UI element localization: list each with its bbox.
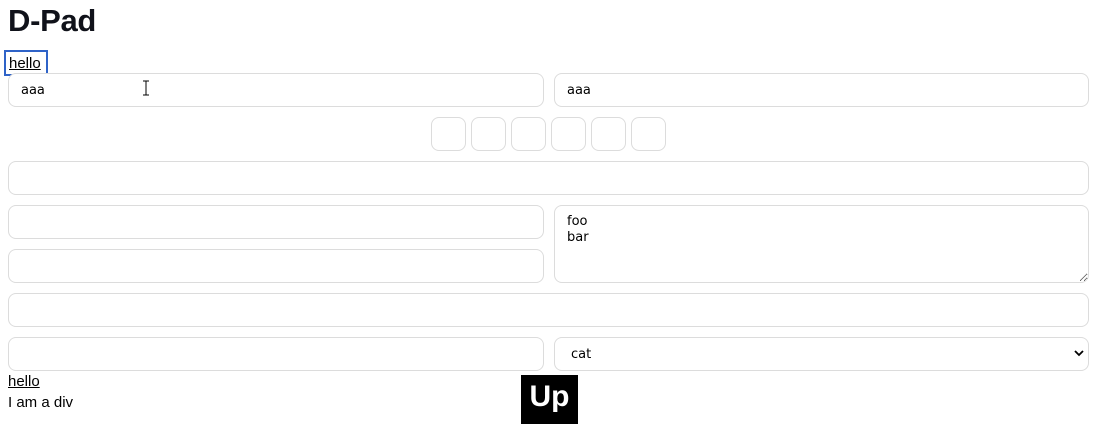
- otp-cell-2[interactable]: [471, 117, 506, 151]
- animal-select[interactable]: cat: [554, 337, 1089, 371]
- otp-cell-4[interactable]: [551, 117, 586, 151]
- text-input-wide-2[interactable]: [8, 293, 1089, 327]
- otp-input-group: [431, 117, 667, 151]
- text-input-row1-right[interactable]: [554, 73, 1089, 107]
- otp-cell-3[interactable]: [511, 117, 546, 151]
- select-value: cat: [571, 347, 592, 362]
- otp-cell-1[interactable]: [431, 117, 466, 151]
- text-input-row1-left[interactable]: [8, 73, 544, 107]
- text-input-wide-1[interactable]: [8, 161, 1089, 195]
- text-input-row3-left-bottom[interactable]: [8, 249, 544, 283]
- hello-link-top[interactable]: hello: [9, 55, 41, 73]
- chevron-down-icon: [1074, 350, 1084, 357]
- otp-cell-6[interactable]: [631, 117, 666, 151]
- up-button[interactable]: Up: [521, 375, 578, 424]
- div-text: I am a div: [8, 394, 74, 411]
- text-input-row5-left[interactable]: [8, 337, 544, 371]
- text-cursor-icon: [143, 80, 149, 96]
- textarea[interactable]: [554, 205, 1089, 283]
- otp-cell-5[interactable]: [591, 117, 626, 151]
- page-title: D-Pad: [8, 3, 97, 38]
- text-input-row3-left-top[interactable]: [8, 205, 544, 239]
- hello-link-bottom[interactable]: hello: [8, 373, 40, 391]
